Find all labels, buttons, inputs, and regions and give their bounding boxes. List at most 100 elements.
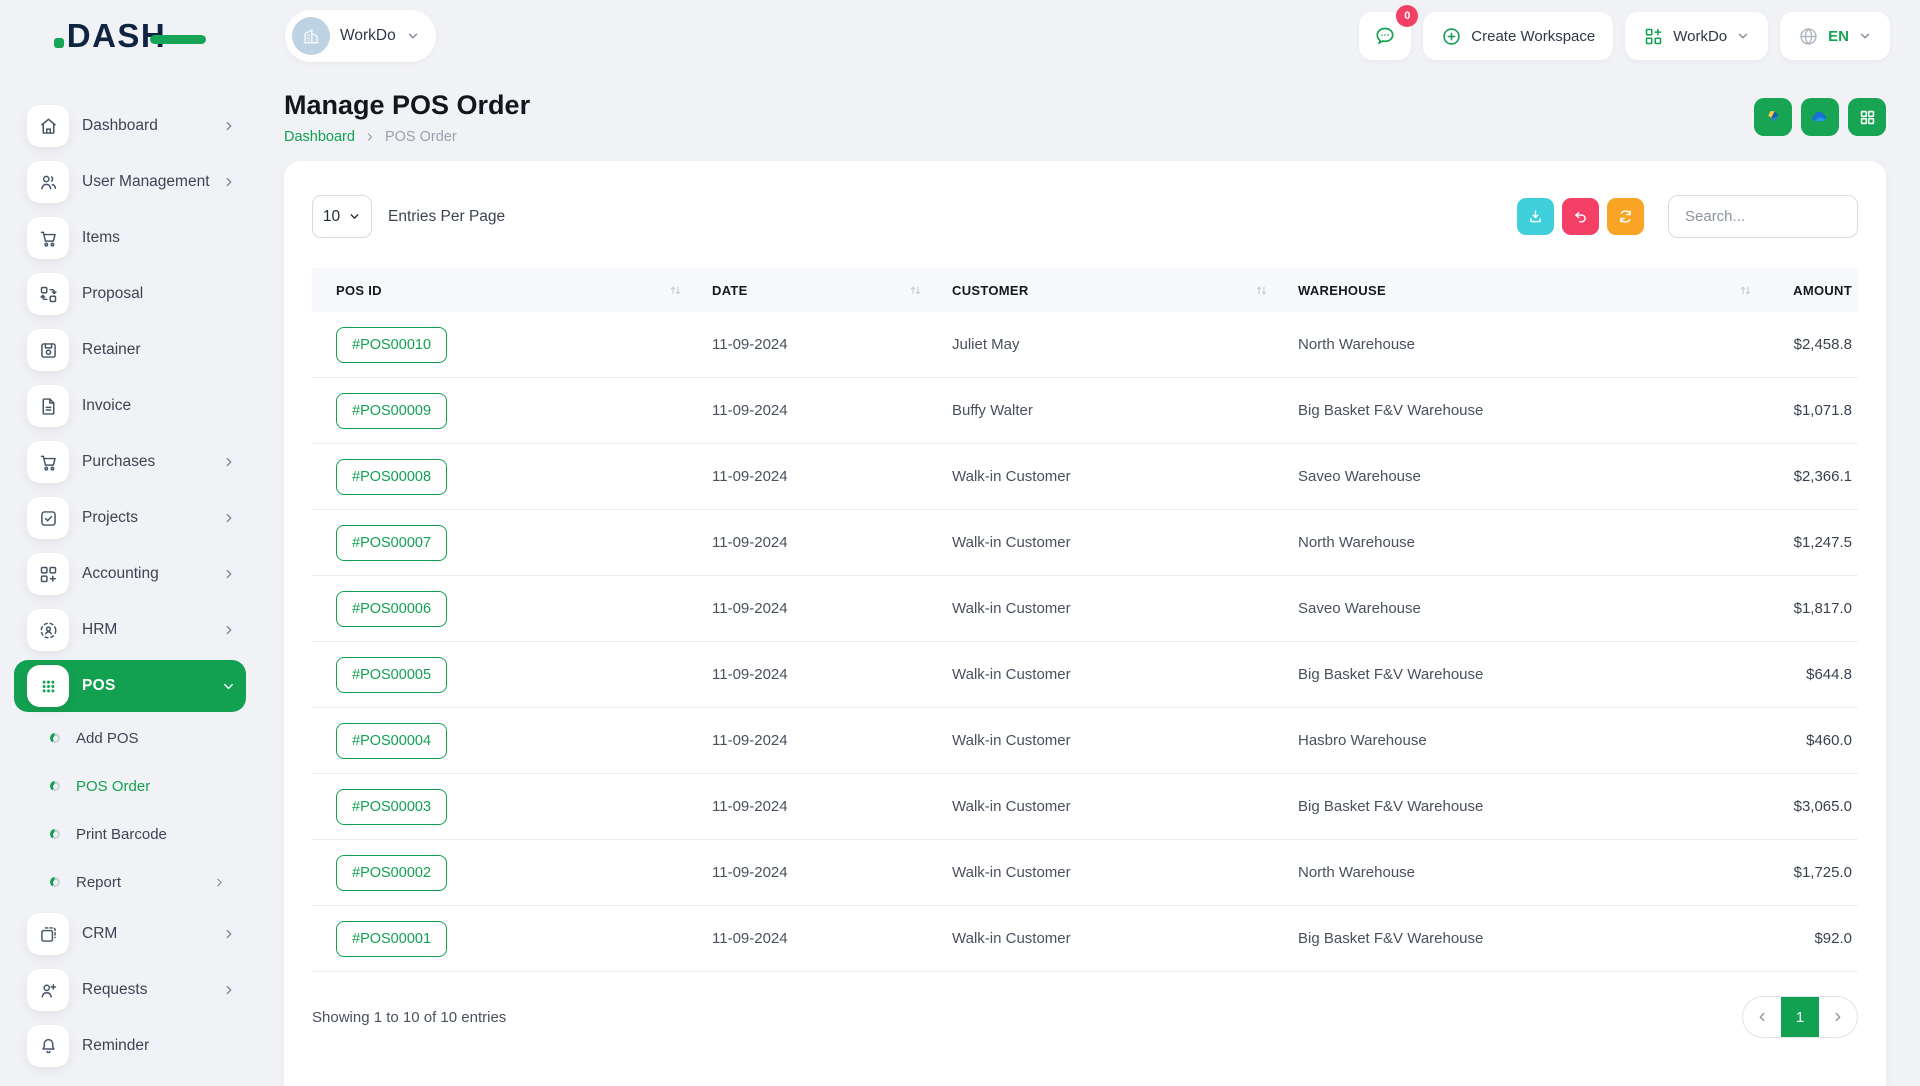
logo[interactable]: DASH: [54, 17, 207, 55]
chevron-right-icon: [222, 455, 236, 469]
column-header-warehouse[interactable]: WAREHOUSE: [1286, 283, 1770, 298]
sidebar-item-requests[interactable]: Requests: [14, 962, 246, 1018]
messages-button[interactable]: 0: [1359, 12, 1411, 60]
pos-id-badge[interactable]: #POS00007: [336, 525, 447, 561]
entries-per-page-label: Entries Per Page: [388, 208, 505, 226]
pagination-page-1[interactable]: 1: [1781, 997, 1819, 1037]
table-row: #POS00010 11-09-2024 Juliet May North Wa…: [312, 312, 1858, 378]
column-header-date[interactable]: DATE: [700, 283, 940, 298]
header-actions: [1754, 98, 1886, 136]
pos-id-badge[interactable]: #POS00005: [336, 657, 447, 693]
chevron-right-icon: [1831, 1010, 1845, 1024]
topbar: DASH WorkDo 0 Create Workspace WorkDo EN: [0, 0, 1920, 72]
sidebar-item-pos[interactable]: POS: [14, 660, 246, 712]
grid-swap-icon: [27, 273, 69, 315]
sidebar-item-reminder[interactable]: Reminder: [14, 1018, 246, 1074]
chevron-down-icon: [348, 210, 361, 223]
pos-id-badge[interactable]: #POS00010: [336, 327, 447, 363]
sidebar-subitem-add-pos[interactable]: Add POS: [14, 714, 246, 762]
chevron-down-icon: [1858, 29, 1872, 43]
chevron-right-icon: [222, 175, 236, 189]
export-button[interactable]: [1517, 198, 1554, 235]
sidebar-item-items[interactable]: Items: [14, 210, 246, 266]
order-amount: $2,458.8: [1770, 336, 1858, 353]
sidebar-item-retainer[interactable]: Retainer: [14, 322, 246, 378]
search-input[interactable]: [1668, 195, 1858, 238]
pos-id-badge[interactable]: #POS00004: [336, 723, 447, 759]
language-selector[interactable]: EN: [1780, 12, 1890, 60]
submenu-bullet-icon: [50, 877, 60, 887]
order-amount: $2,366.1: [1770, 468, 1858, 485]
table-controls: 10 Entries Per Page: [312, 195, 1858, 238]
main-content: Manage POS Order Dashboard POS Order 10: [260, 72, 1920, 1080]
order-amount: $1,071.8: [1770, 402, 1858, 419]
sidebar-item-accounting[interactable]: Accounting: [14, 546, 246, 602]
undo-icon: [1572, 208, 1589, 225]
sidebar-item-invoice[interactable]: Invoice: [14, 378, 246, 434]
sidebar-item-user-management[interactable]: User Management: [14, 154, 246, 210]
chevron-down-icon: [1736, 29, 1750, 43]
sidebar-subitem-pos-order[interactable]: POS Order: [14, 762, 246, 810]
language-code: EN: [1828, 28, 1849, 45]
sidebar-subitem-report[interactable]: Report: [14, 858, 246, 906]
sidebar-item-projects[interactable]: Projects: [14, 490, 246, 546]
grid-plus-icon: [1643, 26, 1664, 47]
chevron-right-icon: [222, 927, 236, 941]
order-amount: $460.0: [1770, 732, 1858, 749]
topbar-right: 0 Create Workspace WorkDo EN: [1359, 12, 1890, 60]
user-plus-icon: [27, 969, 69, 1011]
customer-name: Walk-in Customer: [940, 930, 1286, 947]
sidebar-item-crm[interactable]: CRM: [14, 906, 246, 962]
pos-id-badge[interactable]: #POS00003: [336, 789, 447, 825]
create-workspace-button[interactable]: Create Workspace: [1423, 12, 1613, 60]
sidebar-item-hrm[interactable]: HRM: [14, 602, 246, 658]
grid-plus-icon: [27, 553, 69, 595]
table-row: #POS00003 11-09-2024 Walk-in Customer Bi…: [312, 774, 1858, 840]
order-date: 11-09-2024: [700, 336, 940, 353]
pos-id-badge[interactable]: #POS00009: [336, 393, 447, 429]
order-date: 11-09-2024: [700, 732, 940, 749]
google-drive-button[interactable]: [1754, 98, 1792, 136]
breadcrumb-dashboard-link[interactable]: Dashboard: [284, 129, 355, 145]
sidebar-item-proposal[interactable]: Proposal: [14, 266, 246, 322]
pos-id-badge[interactable]: #POS00002: [336, 855, 447, 891]
entries-per-page-select[interactable]: 10: [312, 195, 372, 238]
order-amount: $644.8: [1770, 666, 1858, 683]
warehouse-name: North Warehouse: [1286, 336, 1770, 353]
logo-dot: [54, 38, 64, 48]
workspace-selector[interactable]: WorkDo: [285, 10, 436, 62]
reset-button[interactable]: [1562, 198, 1599, 235]
check-square-icon: [27, 497, 69, 539]
chevron-right-icon: [222, 567, 236, 581]
column-header-pos-id[interactable]: POS ID: [312, 283, 700, 298]
sort-icon: [1255, 284, 1268, 297]
onedrive-button[interactable]: [1801, 98, 1839, 136]
refresh-button[interactable]: [1607, 198, 1644, 235]
sort-icon: [909, 284, 922, 297]
sidebar-item-dashboard[interactable]: Dashboard: [14, 98, 246, 154]
warehouse-name: Saveo Warehouse: [1286, 600, 1770, 617]
customer-name: Walk-in Customer: [940, 732, 1286, 749]
messages-count-badge: 0: [1396, 5, 1418, 27]
pagination-prev-button[interactable]: [1743, 997, 1781, 1037]
cart-icon: [27, 441, 69, 483]
column-header-customer[interactable]: CUSTOMER: [940, 283, 1286, 298]
table-row: #POS00009 11-09-2024 Buffy Walter Big Ba…: [312, 378, 1858, 444]
pos-id-badge[interactable]: #POS00006: [336, 591, 447, 627]
create-workspace-label: Create Workspace: [1471, 28, 1595, 45]
column-header-amount[interactable]: AMOUNT: [1770, 283, 1858, 298]
grid-view-button[interactable]: [1848, 98, 1886, 136]
save-icon: [27, 329, 69, 371]
warehouse-name: Big Basket F&V Warehouse: [1286, 930, 1770, 947]
plus-circle-icon: [1441, 26, 1462, 47]
sidebar-item-purchases[interactable]: Purchases: [14, 434, 246, 490]
building-icon: [292, 17, 330, 55]
customer-name: Walk-in Customer: [940, 864, 1286, 881]
pos-id-badge[interactable]: #POS00001: [336, 921, 447, 957]
sidebar-subitem-print-barcode[interactable]: Print Barcode: [14, 810, 246, 858]
pos-id-badge[interactable]: #POS00008: [336, 459, 447, 495]
chevron-right-icon: [222, 119, 236, 133]
pagination-next-button[interactable]: [1819, 997, 1857, 1037]
bell-icon: [27, 1025, 69, 1067]
workdo-menu-button[interactable]: WorkDo: [1625, 12, 1768, 60]
